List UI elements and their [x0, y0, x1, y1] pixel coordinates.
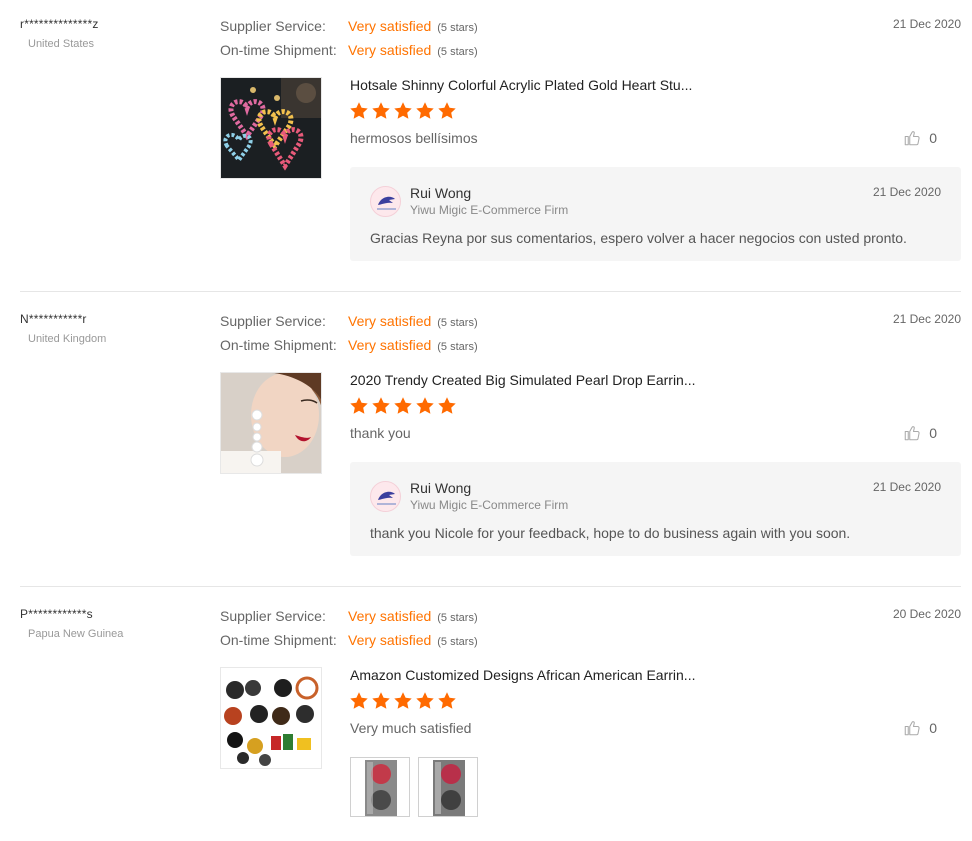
- review-divider: [20, 586, 961, 587]
- star-rating: [349, 691, 457, 711]
- supplier-logo-icon: [370, 481, 401, 512]
- review-attachments: [350, 757, 480, 819]
- review-comment: thank you: [350, 425, 411, 441]
- reply-date: 21 Dec 2020: [872, 480, 941, 494]
- shipment-value: Very satisfied: [348, 337, 432, 353]
- reply-text: Gracias Reyna por sus comentarios, esper…: [370, 230, 907, 246]
- product-title-link[interactable]: Amazon Customized Designs African Americ…: [350, 667, 695, 683]
- supplier-service-label: Supplier Service:: [220, 18, 326, 34]
- supplier-service-stars: (5 stars): [437, 612, 478, 624]
- like-count: 0: [929, 425, 937, 441]
- star-icon: [372, 692, 390, 709]
- product-title-link[interactable]: Hotsale Shinny Colorful Acrylic Plated G…: [350, 77, 692, 93]
- star-icon: [372, 102, 390, 119]
- star-icon: [416, 397, 434, 414]
- review-comment: Very much satisfied: [350, 720, 472, 736]
- star-icon: [372, 397, 390, 414]
- supplier-reply: Rui Wong Yiwu Migic E-Commerce Firm 21 D…: [350, 167, 961, 261]
- shipment-rating: On-time Shipment: Very satisfied (5 stars): [220, 336, 478, 354]
- like-button[interactable]: 0: [903, 719, 937, 737]
- buyer-country: United States: [28, 38, 95, 50]
- supplier-service-value: Very satisfied: [348, 313, 432, 329]
- reply-firm: Yiwu Migic E-Commerce Firm: [410, 498, 569, 512]
- star-icon: [350, 692, 368, 709]
- buyer-country: Papua New Guinea: [28, 628, 124, 640]
- reply-date: 21 Dec 2020: [872, 185, 941, 199]
- pearl-earrings-thumbnail-icon: [221, 373, 321, 473]
- supplier-logo-icon: [370, 186, 401, 217]
- thumbs-up-icon: [904, 131, 920, 146]
- star-icon: [394, 102, 412, 119]
- buyer-photo-2-icon: [419, 758, 477, 816]
- supplier-service-rating: Supplier Service: Very satisfied (5 stars): [220, 607, 478, 625]
- shipment-label: On-time Shipment:: [220, 337, 337, 353]
- thumbs-up-icon: [904, 426, 920, 441]
- like-button[interactable]: 0: [903, 424, 937, 442]
- review-comment: hermosos bellísimos: [350, 130, 478, 146]
- review-item: N***********r United Kingdom Supplier Se…: [0, 312, 972, 572]
- supplier-service-stars: (5 stars): [437, 22, 478, 34]
- product-thumbnail[interactable]: [220, 372, 322, 474]
- like-button[interactable]: 0: [903, 129, 937, 147]
- buyer-name: r**************z: [20, 17, 99, 31]
- buyer-photo-1-icon: [351, 758, 409, 816]
- shipment-value: Very satisfied: [348, 42, 432, 58]
- shipment-label: On-time Shipment:: [220, 632, 337, 648]
- supplier-service-value: Very satisfied: [348, 18, 432, 34]
- review-date: 21 Dec 2020: [892, 17, 961, 31]
- reply-firm: Yiwu Migic E-Commerce Firm: [410, 203, 569, 217]
- supplier-service-stars: (5 stars): [437, 317, 478, 329]
- supplier-service-rating: Supplier Service: Very satisfied (5 stars): [220, 312, 478, 330]
- supplier-service-rating: Supplier Service: Very satisfied (5 stars): [220, 17, 478, 35]
- supplier-service-label: Supplier Service:: [220, 313, 326, 329]
- review-divider: [20, 291, 961, 292]
- reply-author: Rui Wong: [410, 185, 472, 201]
- supplier-service-label: Supplier Service:: [220, 608, 326, 624]
- heart-earrings-thumbnail-icon: [221, 78, 321, 178]
- buyer-photo-thumbnail[interactable]: [418, 757, 478, 817]
- star-icon: [438, 397, 456, 414]
- star-icon: [394, 397, 412, 414]
- shipment-stars: (5 stars): [437, 636, 478, 648]
- star-icon: [416, 102, 434, 119]
- buyer-photo-thumbnail[interactable]: [350, 757, 410, 817]
- shipment-rating: On-time Shipment: Very satisfied (5 stars): [220, 41, 478, 59]
- star-icon: [350, 102, 368, 119]
- star-icon: [438, 102, 456, 119]
- like-count: 0: [929, 130, 937, 146]
- review-item: P************s Papua New Guinea Supplier…: [0, 607, 972, 827]
- product-thumbnail[interactable]: [220, 667, 322, 769]
- shipment-stars: (5 stars): [437, 46, 478, 58]
- reply-author: Rui Wong: [410, 480, 472, 496]
- shipment-value: Very satisfied: [348, 632, 432, 648]
- supplier-reply: Rui Wong Yiwu Migic E-Commerce Firm 21 D…: [350, 462, 961, 556]
- star-rating: [349, 396, 457, 416]
- reply-text: thank you Nicole for your feedback, hope…: [370, 525, 851, 541]
- buyer-country: United Kingdom: [28, 333, 107, 345]
- shipment-rating: On-time Shipment: Very satisfied (5 stars): [220, 631, 478, 649]
- star-rating: [349, 101, 457, 121]
- product-thumbnail[interactable]: [220, 77, 322, 179]
- like-count: 0: [929, 720, 937, 736]
- buyer-name: P************s: [20, 607, 93, 621]
- review-date: 21 Dec 2020: [892, 312, 961, 326]
- review-date: 20 Dec 2020: [892, 607, 961, 621]
- product-title-link[interactable]: 2020 Trendy Created Big Simulated Pearl …: [350, 372, 696, 388]
- star-icon: [350, 397, 368, 414]
- supplier-service-value: Very satisfied: [348, 608, 432, 624]
- shipment-stars: (5 stars): [437, 341, 478, 353]
- review-item: r**************z United States Supplier …: [0, 17, 972, 277]
- thumbs-up-icon: [904, 721, 920, 736]
- shipment-label: On-time Shipment:: [220, 42, 337, 58]
- buyer-name: N***********r: [20, 312, 87, 326]
- star-icon: [438, 692, 456, 709]
- star-icon: [416, 692, 434, 709]
- african-earrings-thumbnail-icon: [221, 668, 321, 768]
- star-icon: [394, 692, 412, 709]
